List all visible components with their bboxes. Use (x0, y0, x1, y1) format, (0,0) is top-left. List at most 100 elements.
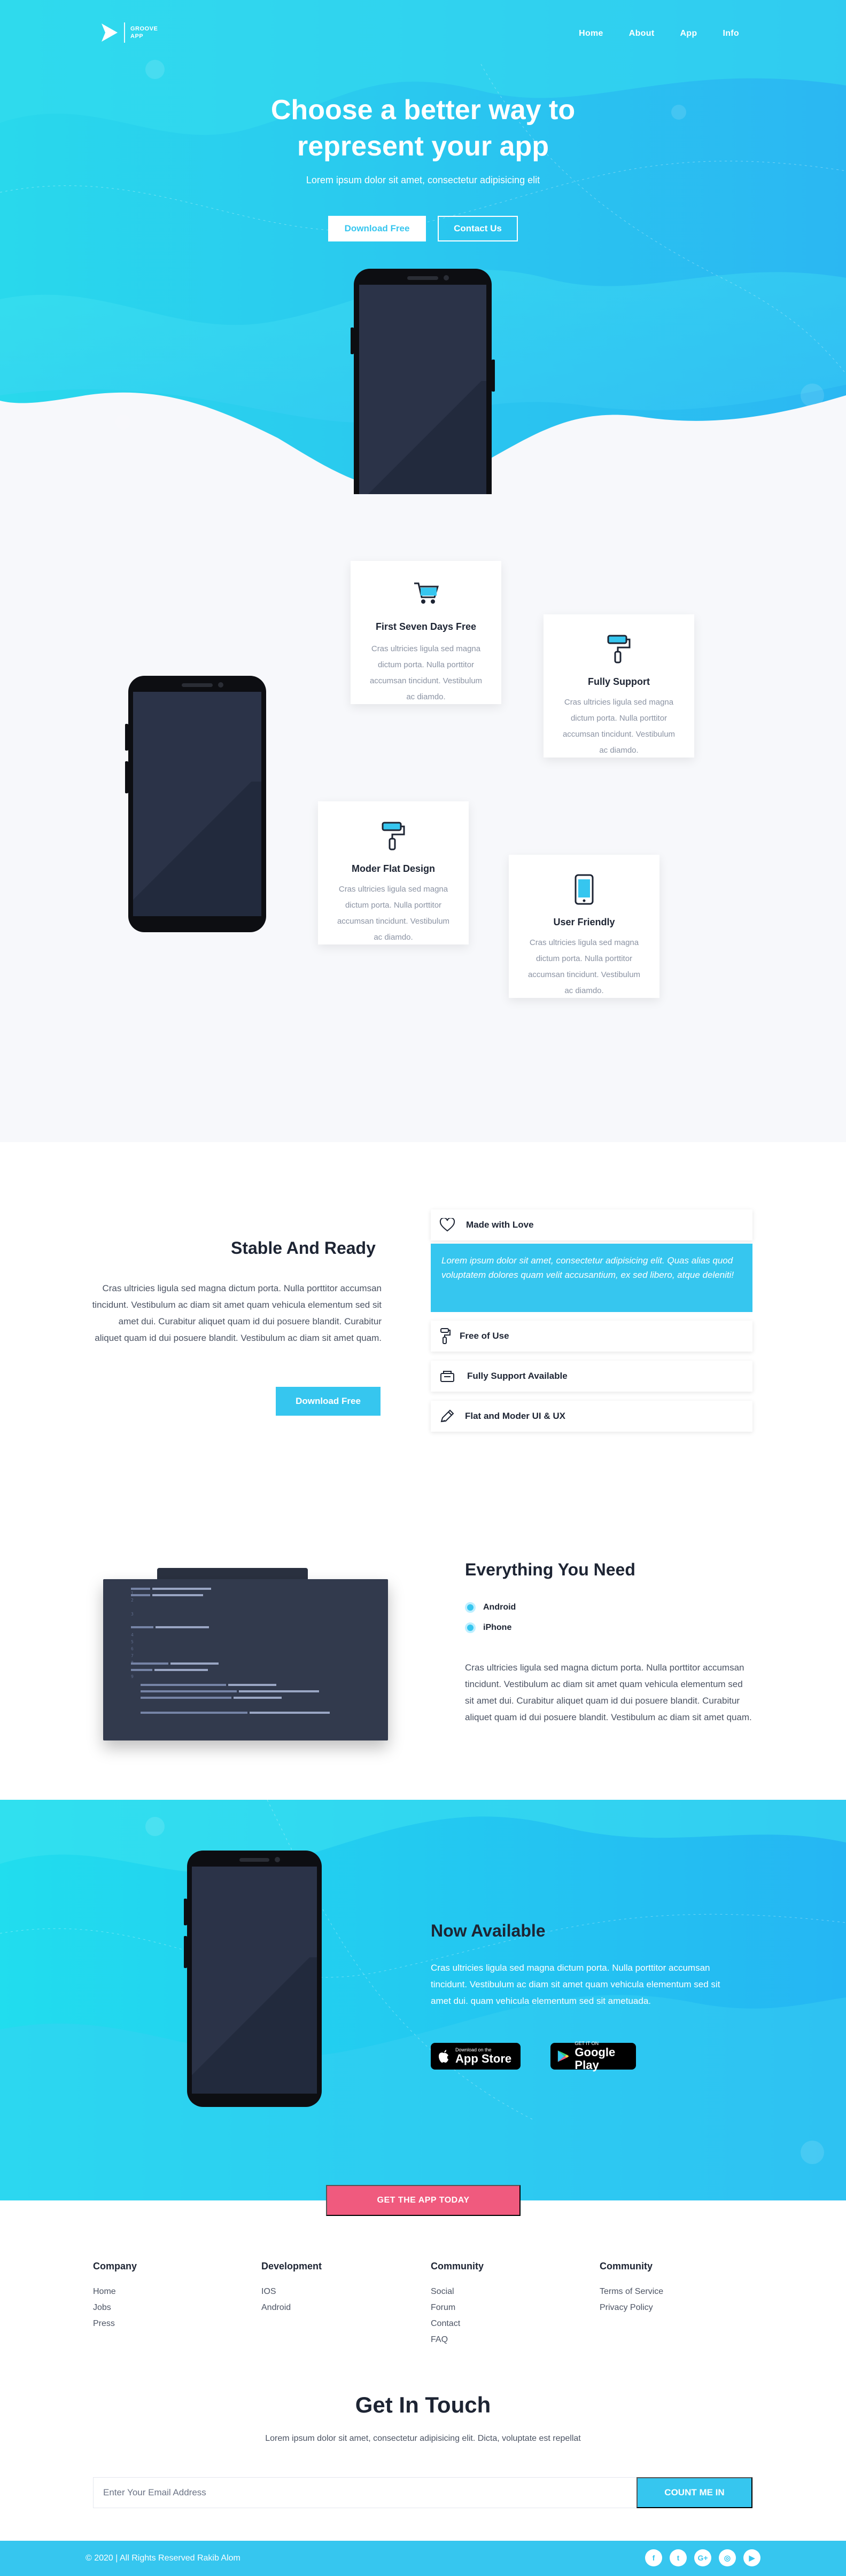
hero-section: GROOVE APP Home About App Info Choose a … (0, 0, 846, 494)
facebook-icon[interactable]: f (645, 2549, 662, 2566)
footer-column-company: Company Home Jobs Press (93, 2261, 137, 2335)
accordion-item-free[interactable]: Free of Use (431, 1321, 752, 1352)
social-links: f t G+ ◎ ▶ (645, 2549, 760, 2566)
accordion-label: Made with Love (466, 1220, 534, 1230)
footer-link[interactable]: Jobs (93, 2303, 137, 2313)
twitter-icon[interactable]: t (670, 2549, 687, 2566)
feature-title: Fully Support (588, 676, 650, 687)
phone-side-button (184, 1936, 187, 1968)
radio-dot (465, 1622, 476, 1633)
accordion-item-design[interactable]: Flat and Moder UI & UX (431, 1401, 752, 1432)
footer-link[interactable]: Press (93, 2319, 137, 2329)
feature-card-design: Moder Flat Design Cras ultricies ligula … (318, 801, 469, 944)
download-free-button[interactable]: Download Free (328, 216, 426, 241)
top-navbar: GROOVE APP Home About App Info (0, 0, 846, 69)
accordion-item-support[interactable]: Fully Support Available (431, 1361, 752, 1392)
app-store-big: App Store (455, 2052, 512, 2065)
get-the-app-button[interactable]: GET THE APP TODAY (326, 2185, 521, 2216)
footer-link[interactable]: Contact (431, 2319, 484, 2329)
accordion-label: Fully Support Available (467, 1371, 568, 1381)
phone-screen (359, 285, 486, 494)
stable-text: Cras ultricies ligula sed magna dictum p… (92, 1283, 382, 1343)
pencil-icon (440, 1409, 454, 1423)
feature-text: Cras ultricies ligula sed magna dictum p… (527, 938, 641, 995)
google-plus-icon[interactable]: G+ (694, 2549, 711, 2566)
footer-link[interactable]: Android (261, 2303, 322, 2313)
shopping-cart-icon (414, 582, 439, 604)
count-me-in-button[interactable]: COUNT ME IN (637, 2477, 752, 2508)
heart-icon (439, 1218, 455, 1232)
bottom-bar: © 2020 | All Rights Reserved Rakib Alom … (0, 2541, 846, 2576)
paint-roller-icon (440, 1328, 451, 1344)
contact-us-button[interactable]: Contact Us (438, 216, 518, 241)
feature-card-support: Fully Support Cras ultricies ligula sed … (544, 614, 694, 758)
hero-subtitle: Lorem ipsum dolor sit amet, consectetur … (306, 175, 540, 185)
google-play-icon (557, 2050, 569, 2062)
everything-title: Everything You Need (465, 1560, 635, 1579)
phone-volume-button (184, 1899, 187, 1925)
logo-divider (124, 22, 125, 43)
feature-card-free: First Seven Days Free Cras ultricies lig… (351, 561, 501, 704)
youtube-icon[interactable]: ▶ (743, 2549, 760, 2566)
nav-item-home[interactable]: Home (579, 29, 603, 38)
stable-download-button[interactable]: Download Free (276, 1387, 381, 1416)
support-box-icon (440, 1371, 454, 1382)
footer-link[interactable]: Home (93, 2287, 137, 2297)
app-store-badge[interactable]: Download on the App Store (431, 2043, 521, 2070)
accordion-label: Flat and Moder UI & UX (465, 1411, 565, 1421)
logo-text: GROOVE APP (130, 26, 158, 40)
footer-column-legal: Community Terms of Service Privacy Polic… (600, 2261, 663, 2319)
hero-phone-mockup (351, 269, 495, 494)
main-menu: Home About App Info (553, 29, 739, 38)
footer-column-title: Company (93, 2261, 137, 2271)
google-play-badge[interactable]: GET IT ON Google Play (550, 2041, 636, 2072)
footer-link[interactable]: FAQ (431, 2335, 484, 2345)
smartphone-icon (575, 874, 594, 905)
get-in-touch-title: Get In Touch (355, 2392, 491, 2417)
phone-camera (218, 682, 223, 688)
footer-link[interactable]: Forum (431, 2303, 484, 2313)
accordion-label: Free of Use (460, 1331, 509, 1341)
nav-item-app[interactable]: App (680, 29, 697, 38)
radio-iphone[interactable]: iPhone (465, 1622, 511, 1633)
radio-android[interactable]: Android (465, 1602, 516, 1613)
footer-link[interactable]: Privacy Policy (600, 2303, 663, 2313)
instagram-icon[interactable]: ◎ (719, 2549, 736, 2566)
features-phone-mockup (125, 676, 266, 932)
feature-title: User Friendly (553, 917, 615, 927)
hero-title: Choose a better way to represent your ap… (0, 92, 846, 165)
footer-link[interactable]: Terms of Service (600, 2287, 663, 2297)
available-phone-mockup (184, 1851, 322, 2107)
available-title: Now Available (431, 1921, 546, 1940)
phone-side-button (125, 761, 128, 793)
footer-link[interactable]: Social (431, 2287, 484, 2297)
app-store-text: Download on the App Store (455, 2047, 511, 2065)
email-field[interactable] (93, 2477, 637, 2508)
phone-camera (275, 1857, 280, 1862)
phone-volume-button (125, 724, 128, 751)
footer-column-development: Development IOS Android (261, 2261, 322, 2319)
footer-column-title: Community (600, 2261, 653, 2271)
hero-title-line2: represent your app (297, 131, 549, 162)
nav-item-info[interactable]: Info (723, 29, 739, 38)
copyright-text: © 2020 | All Rights Reserved Rakib Alom (86, 2554, 240, 2563)
footer-column-title: Development (261, 2261, 322, 2271)
feature-title: Moder Flat Design (351, 863, 435, 874)
play-logo-icon (102, 24, 118, 42)
feature-title: First Seven Days Free (375, 621, 477, 632)
landing-page: GROOVE APP Home About App Info Choose a … (0, 0, 846, 2576)
radio-dot (465, 1602, 476, 1613)
footer-link[interactable]: IOS (261, 2287, 322, 2297)
get-in-touch-subtitle: Lorem ipsum dolor sit amet, consectetur … (265, 2434, 581, 2443)
accordion-item-love[interactable]: Made with Love (431, 1209, 752, 1240)
code-lines-decoration (131, 1588, 330, 1714)
phone-camera (444, 275, 449, 280)
feature-text: Cras ultricies ligula sed magna dictum p… (562, 698, 676, 755)
brand-logo[interactable]: GROOVE APP (100, 22, 162, 43)
features-section: First Seven Days Free Cras ultricies lig… (0, 494, 846, 1142)
footer-column-community: Community Social Forum Contact FAQ (431, 2261, 484, 2351)
google-play-text: GET IT ON Google Play (575, 2041, 636, 2072)
nav-item-about[interactable]: About (629, 29, 655, 38)
accordion-open-panel: Lorem ipsum dolor sit amet, consectetur … (431, 1244, 752, 1312)
feature-card-friendly: User Friendly Cras ultricies ligula sed … (509, 855, 659, 998)
